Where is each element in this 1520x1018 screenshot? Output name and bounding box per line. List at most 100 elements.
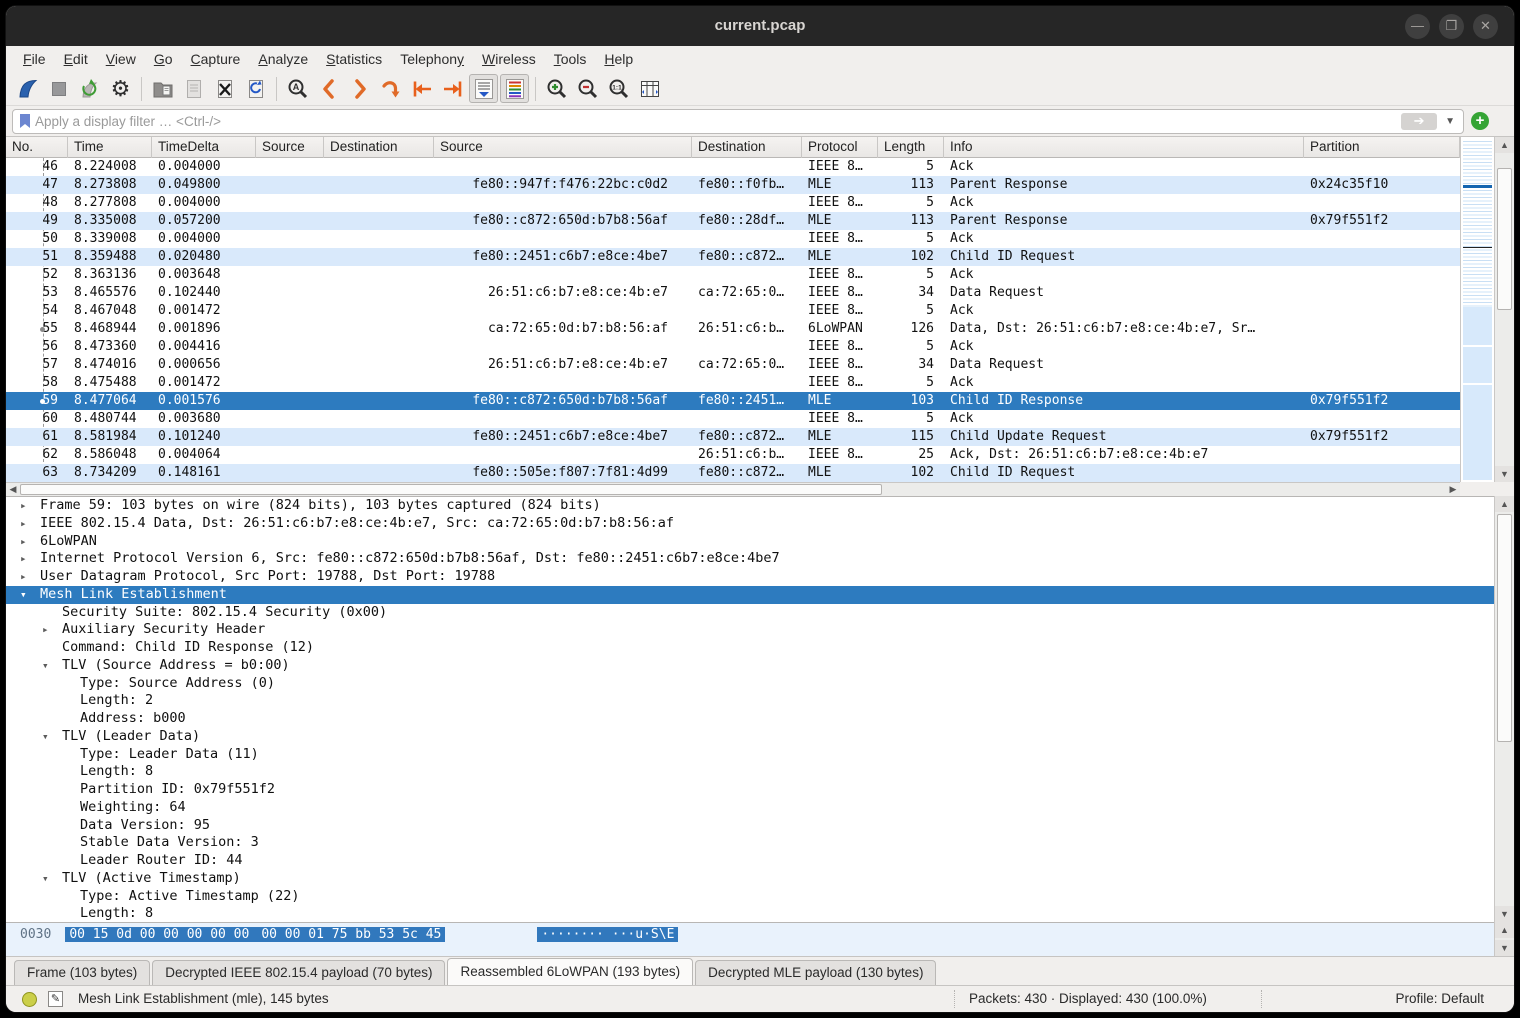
tab-reassembled-6lowpan-193-bytes-[interactable]: Reassembled 6LoWPAN (193 bytes): [447, 958, 693, 985]
detail-line[interactable]: ▸Internet Protocol Version 6, Src: fe80:…: [6, 550, 1494, 568]
packet-list-hscrollbar[interactable]: ◀ ▶: [6, 482, 1460, 496]
detail-line[interactable]: ▸Auxiliary Security Header: [6, 621, 1494, 639]
hex-row[interactable]: 003000 15 0d 00 00 00 00 0000 00 01 75 b…: [6, 926, 1494, 944]
packet-row-54[interactable]: 548.4670480.001472IEEE 8…5Ack: [6, 302, 1460, 320]
packet-row-55[interactable]: 558.4689440.001896ca:72:65:0d:b7:b8:56:a…: [6, 320, 1460, 338]
menu-file[interactable]: File: [14, 47, 55, 71]
packet-row-53[interactable]: 538.4655760.10244026:51:c6:b7:e8:ce:4b:e…: [6, 284, 1460, 302]
detail-line[interactable]: ▾TLV (Leader Data): [6, 728, 1494, 746]
close-button[interactable]: ✕: [1473, 14, 1498, 39]
expert-info-icon[interactable]: [22, 992, 37, 1007]
scroll-right-icon[interactable]: ▶: [1446, 483, 1460, 496]
packet-row-48[interactable]: 488.2778080.004000IEEE 8…5Ack: [6, 194, 1460, 212]
add-filter-button[interactable]: +: [1471, 112, 1489, 130]
menu-telephony[interactable]: Telephony: [391, 47, 473, 71]
detail-line[interactable]: Type: Leader Data (11): [6, 746, 1494, 764]
packet-row-61[interactable]: 618.5819840.101240fe80::2451:c6b7:e8ce:4…: [6, 428, 1460, 446]
detail-line[interactable]: ▾TLV (Active Timestamp): [6, 870, 1494, 888]
detail-line[interactable]: Length: 8: [6, 763, 1494, 781]
packet-row-50[interactable]: 508.3390080.004000IEEE 8…5Ack: [6, 230, 1460, 248]
next-packet-icon[interactable]: [345, 74, 374, 103]
packet-row-49[interactable]: 498.3350080.057200fe80::c872:650d:b7b8:5…: [6, 212, 1460, 230]
menu-go[interactable]: Go: [145, 47, 182, 71]
menu-capture[interactable]: Capture: [182, 47, 250, 71]
detail-line[interactable]: ▸User Datagram Protocol, Src Port: 19788…: [6, 568, 1494, 586]
packet-row-59[interactable]: 598.4770640.001576fe80::c872:650d:b7b8:5…: [6, 392, 1460, 410]
status-profile[interactable]: Profile: Default: [1395, 986, 1484, 1012]
column-header-partition[interactable]: Partition: [1304, 137, 1460, 158]
menu-tools[interactable]: Tools: [545, 47, 596, 71]
collapsed-arrow-icon[interactable]: ▸: [20, 568, 27, 586]
find-packet-icon[interactable]: A: [283, 74, 312, 103]
scroll-left-icon[interactable]: ◀: [6, 483, 20, 496]
packet-row-62[interactable]: 628.5860480.00406426:51:c6:b…IEEE 8…25Ac…: [6, 446, 1460, 464]
filter-dropdown-caret[interactable]: ▼: [1441, 116, 1459, 127]
auto-scroll-icon[interactable]: [469, 74, 498, 103]
open-file-icon[interactable]: [148, 74, 177, 103]
details-scroll-thumb[interactable]: [1497, 514, 1512, 742]
tab-decrypted-mle-payload-130-bytes-[interactable]: Decrypted MLE payload (130 bytes): [695, 960, 936, 985]
stop-capture-icon[interactable]: [44, 74, 73, 103]
column-header-info[interactable]: Info: [944, 137, 1304, 158]
detail-line[interactable]: ▾Mesh Link Establishment: [6, 586, 1494, 604]
capture-options-icon[interactable]: ⚙: [106, 74, 135, 103]
detail-line[interactable]: Address: b000: [6, 710, 1494, 728]
apply-filter-button[interactable]: ➔: [1401, 113, 1437, 130]
tab-frame-103-bytes-[interactable]: Frame (103 bytes): [14, 960, 150, 985]
last-packet-icon[interactable]: [438, 74, 467, 103]
expanded-arrow-icon[interactable]: ▾: [20, 586, 27, 604]
packet-row-52[interactable]: 528.3631360.003648IEEE 8…5Ack: [6, 266, 1460, 284]
resize-columns-icon[interactable]: [635, 74, 664, 103]
column-header-destination[interactable]: Destination: [692, 137, 802, 158]
column-header-time[interactable]: Time: [68, 137, 152, 158]
restart-capture-icon[interactable]: [75, 74, 104, 103]
bookmark-icon[interactable]: [17, 112, 33, 130]
menu-view[interactable]: View: [97, 47, 145, 71]
display-filter-input[interactable]: [33, 113, 1401, 130]
expanded-arrow-icon[interactable]: ▾: [42, 728, 49, 746]
packet-row-51[interactable]: 518.3594880.020480fe80::2451:c6b7:e8ce:4…: [6, 248, 1460, 266]
detail-line[interactable]: Command: Child ID Response (12): [6, 639, 1494, 657]
detail-line[interactable]: Leader Router ID: 44: [6, 852, 1494, 870]
maximize-button[interactable]: ❐: [1439, 14, 1464, 39]
packet-row-60[interactable]: 608.4807440.003680IEEE 8…5Ack: [6, 410, 1460, 428]
packet-list-scrollbar[interactable]: ▲ ▼: [1494, 137, 1514, 482]
collapsed-arrow-icon[interactable]: ▸: [42, 621, 49, 639]
hex-scrollbar[interactable]: ▲ ▼: [1494, 922, 1514, 956]
detail-line[interactable]: Data Version: 95: [6, 817, 1494, 835]
go-to-packet-icon[interactable]: [376, 74, 405, 103]
detail-line[interactable]: ▸6LoWPAN: [6, 533, 1494, 551]
column-header-destination[interactable]: Destination: [324, 137, 434, 158]
column-header-length[interactable]: Length: [878, 137, 944, 158]
column-header-timedelta[interactable]: TimeDelta: [152, 137, 256, 158]
packet-row-56[interactable]: 568.4733600.004416IEEE 8…5Ack: [6, 338, 1460, 356]
capture-comment-icon[interactable]: ✎: [48, 991, 63, 1007]
wireshark-start-icon[interactable]: [13, 74, 42, 103]
details-scrollbar[interactable]: ▲ ▼: [1494, 496, 1514, 922]
minimize-button[interactable]: —: [1405, 14, 1430, 39]
save-file-icon[interactable]: [179, 74, 208, 103]
hscroll-thumb[interactable]: [20, 484, 882, 495]
colorize-icon[interactable]: [500, 74, 529, 103]
detail-line[interactable]: Type: Source Address (0): [6, 675, 1494, 693]
detail-line[interactable]: Length: 2: [6, 692, 1494, 710]
menu-help[interactable]: Help: [595, 47, 642, 71]
detail-line[interactable]: Security Suite: 802.15.4 Security (0x00): [6, 604, 1494, 622]
detail-line[interactable]: Weighting: 64: [6, 799, 1494, 817]
column-header-source[interactable]: Source: [434, 137, 692, 158]
collapsed-arrow-icon[interactable]: ▸: [20, 550, 27, 568]
zoom-original-icon[interactable]: 1:1: [604, 74, 633, 103]
collapsed-arrow-icon[interactable]: ▸: [20, 533, 27, 551]
scroll-up-icon[interactable]: ▲: [1495, 496, 1514, 512]
menu-analyze[interactable]: Analyze: [249, 47, 317, 71]
menu-edit[interactable]: Edit: [55, 47, 97, 71]
menu-statistics[interactable]: Statistics: [317, 47, 391, 71]
expanded-arrow-icon[interactable]: ▾: [42, 657, 49, 675]
detail-line[interactable]: ▸Frame 59: 103 bytes on wire (824 bits),…: [6, 497, 1494, 515]
previous-packet-icon[interactable]: [314, 74, 343, 103]
packet-bytes-pane[interactable]: 003000 15 0d 00 00 00 00 0000 00 01 75 b…: [6, 922, 1494, 956]
expanded-arrow-icon[interactable]: ▾: [42, 870, 49, 888]
detail-line[interactable]: Type: Active Timestamp (22): [6, 888, 1494, 906]
menu-wireless[interactable]: Wireless: [473, 47, 545, 71]
zoom-out-icon[interactable]: [573, 74, 602, 103]
